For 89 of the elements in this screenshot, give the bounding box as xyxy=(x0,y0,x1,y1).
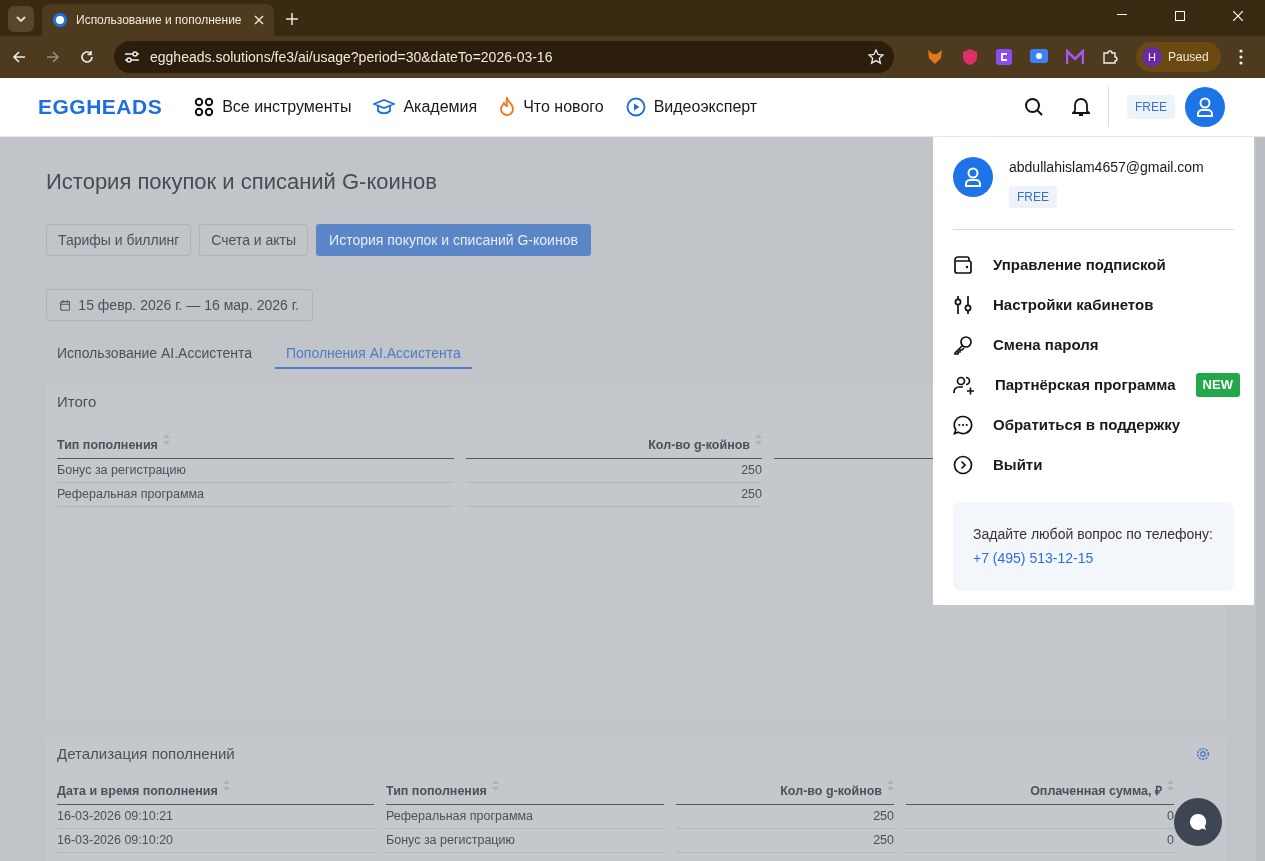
sliders-icon xyxy=(953,295,973,315)
column-header[interactable]: Оплаченная сумма, ₽ xyxy=(1030,781,1162,801)
column-header[interactable]: Кол-во g-койнов xyxy=(780,781,882,801)
url-text: eggheads.solutions/fe3/ai/usage?period=30&dateTo=2026-03-16 xyxy=(150,47,554,67)
fox-icon[interactable] xyxy=(926,48,944,66)
wallet-icon xyxy=(953,255,973,275)
flame-icon xyxy=(499,97,516,117)
tab-title: Использование и пополнение xyxy=(76,12,243,29)
extension-icon[interactable] xyxy=(996,49,1012,65)
menu-item[interactable]: Обратиться в поддержку xyxy=(993,413,1181,437)
section-tab[interactable]: Пополнения AI.Ассистента xyxy=(275,339,472,369)
screen-icon[interactable] xyxy=(1030,49,1048,65)
table-cell-text: 0 xyxy=(1167,832,1174,850)
users-plus-icon xyxy=(953,375,975,395)
browser-tab[interactable]: Использование и пополнение xyxy=(42,4,274,36)
plan-badge: FREE xyxy=(1009,186,1057,208)
search-icon[interactable] xyxy=(1024,97,1044,117)
column-header[interactable]: Тип пополнения xyxy=(57,435,158,455)
nav-link[interactable]: Что нового xyxy=(523,95,604,119)
table-cell-text: 250 xyxy=(741,486,762,504)
chevron-down-icon xyxy=(16,16,26,22)
plan-badge: FREE xyxy=(1127,95,1175,119)
globe-icon xyxy=(52,12,68,28)
user-icon xyxy=(964,167,982,187)
nav-link[interactable]: Видеоэксперт xyxy=(653,95,758,119)
address-bar[interactable]: eggheads.solutions/fe3/ai/usage?period=30&dateTo=2026-03-16 xyxy=(114,41,894,73)
back-icon[interactable] xyxy=(12,50,26,64)
calendar-icon xyxy=(60,298,71,312)
billing-tab[interactable]: Счета и акты xyxy=(199,224,309,256)
chat-bubble-icon xyxy=(1188,812,1208,832)
grid-icon xyxy=(194,97,215,117)
bell-icon[interactable] xyxy=(1072,97,1090,117)
column-header[interactable]: Кол-во g-койнов xyxy=(648,435,750,455)
section-tab[interactable]: Использование AI.Ассистента xyxy=(46,339,263,369)
nav-link[interactable]: Все инструменты xyxy=(222,95,352,119)
key-icon xyxy=(953,335,973,355)
column-header[interactable]: Дата и время пополнения xyxy=(57,781,218,801)
play-circle-icon xyxy=(625,97,646,117)
reload-icon[interactable] xyxy=(80,50,94,64)
card-title: Итого xyxy=(57,392,98,412)
avatar-button[interactable] xyxy=(1185,87,1225,127)
new-tab-icon[interactable] xyxy=(286,13,298,25)
column-header[interactable]: Тип пополнения xyxy=(386,781,487,801)
profile-status: Paused xyxy=(1168,49,1209,66)
table-cell-text: Реферальная программа xyxy=(57,486,205,504)
menu-item[interactable]: Смена пароля xyxy=(993,333,1099,357)
table-cell-text: 250 xyxy=(873,832,894,850)
phone-link[interactable]: +7 (495) 513-12-15 xyxy=(973,548,1214,569)
minimize-icon[interactable] xyxy=(1117,14,1127,16)
table-cell-text: 16-03-2026 09:10:21 xyxy=(57,808,174,826)
new-badge: NEW xyxy=(1195,373,1240,397)
chevron-circle-icon xyxy=(953,455,973,475)
site-settings-icon[interactable] xyxy=(124,50,140,64)
table-cell-text: 250 xyxy=(873,808,894,826)
date-range-picker[interactable]: 15 февр. 2026 г. — 16 мар. 2026 г. xyxy=(46,289,313,321)
profile-avatar: H xyxy=(1142,47,1162,67)
table-cell-text: Бонус за регистрацию xyxy=(386,832,515,850)
chat-dots-icon xyxy=(953,415,973,435)
logo[interactable]: EGGHEADS xyxy=(38,91,163,123)
menu-item[interactable]: Выйти xyxy=(993,453,1043,477)
billing-tab[interactable]: История покупок и списаний G-коинов xyxy=(316,224,591,256)
support-text: Задайте любой вопрос по телефону: xyxy=(973,525,1214,544)
menu-item[interactable]: Управление подпиской xyxy=(993,253,1166,277)
settings-icon[interactable] xyxy=(1196,747,1210,762)
menu-icon[interactable] xyxy=(1238,49,1243,65)
user-icon xyxy=(1196,97,1214,117)
date-range-text: 15 февр. 2026 г. — 16 мар. 2026 г. xyxy=(78,295,299,315)
user-email: abdullahislam4657@gmail.com xyxy=(1009,158,1204,177)
profile-button[interactable]: H Paused xyxy=(1136,42,1221,72)
table-cell-text: 250 xyxy=(741,462,762,480)
tab-list-button[interactable] xyxy=(8,6,34,32)
card-title: Детализация пополнений xyxy=(57,744,235,764)
nav-link[interactable]: Академия xyxy=(403,95,478,119)
forward-icon[interactable] xyxy=(46,50,60,64)
table-cell-text: Бонус за регистрацию xyxy=(57,462,186,480)
shield-icon[interactable] xyxy=(962,48,978,66)
graduation-cap-icon xyxy=(373,98,396,116)
table-cell-text: 16-03-2026 09:10:20 xyxy=(57,832,174,850)
billing-tab[interactable]: Тарифы и биллинг xyxy=(46,224,192,256)
menu-item[interactable]: Настройки кабинетов xyxy=(993,293,1154,317)
menu-item[interactable]: Партнёрская программа xyxy=(995,373,1176,397)
maximize-icon[interactable] xyxy=(1175,11,1185,21)
puzzle-icon[interactable] xyxy=(1102,49,1118,65)
extension-icon[interactable] xyxy=(1066,49,1084,65)
star-icon[interactable] xyxy=(868,49,884,65)
table-cell-text: Реферальная программа xyxy=(386,808,534,826)
close-icon[interactable] xyxy=(254,15,264,25)
table-cell-text: 0 xyxy=(1167,808,1174,826)
page-title: История покупок и списаний G-коинов xyxy=(46,168,437,196)
